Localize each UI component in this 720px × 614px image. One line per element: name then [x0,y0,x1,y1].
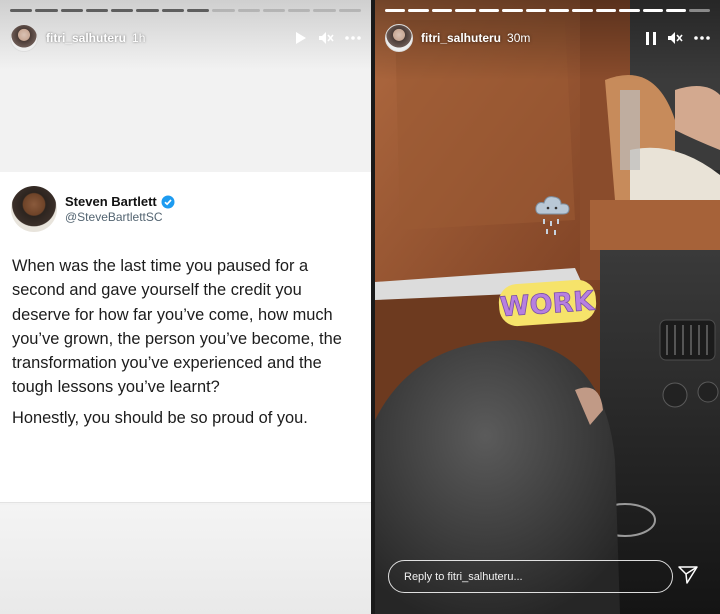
progress-segment [136,9,159,12]
work-sticker[interactable]: WORK [495,276,600,330]
progress-segment [525,9,546,12]
story-time: 30m [507,31,531,45]
progress-segment [186,9,210,12]
pause-icon[interactable] [646,31,656,45]
progress-segment [595,9,617,12]
story-username[interactable]: fitri_salhuteru [421,31,501,45]
tweet-card: Steven Bartlett @SteveBartlettSC When wa… [0,172,371,502]
progress-segment [85,9,109,12]
story-progress-bar [385,9,710,12]
more-options-icon[interactable] [694,36,710,40]
progress-segment [212,9,235,12]
progress-segment [385,9,406,12]
send-icon[interactable] [678,566,698,584]
story-header: fitri_salhuteru 30m [385,24,710,52]
story-time: 1h [132,31,146,45]
story-panel-right[interactable]: fitri_salhuteru 30m WORK [375,0,720,614]
progress-segment [161,9,184,12]
story-footer-area [0,505,371,614]
progress-segment [689,9,710,12]
play-icon[interactable] [295,31,307,45]
mute-icon[interactable] [318,31,334,45]
progress-segment [288,9,311,12]
story-username[interactable]: fitri_salhuteru [46,31,126,45]
story-header: fitri_salhuteru 1h [10,24,361,52]
tweet-text: When was the last time you paused for a … [12,254,362,436]
reply-field[interactable] [388,560,673,593]
progress-segment [313,9,336,12]
progress-segment [35,9,58,12]
progress-segment [338,9,361,12]
progress-segment [111,9,134,12]
progress-segment [10,9,33,12]
progress-segment [642,9,664,12]
progress-segment [619,9,640,12]
tweet-paragraph: Honestly, you should be so proud of you. [12,408,308,427]
divider [0,502,371,503]
progress-segment [431,9,453,12]
avatar[interactable] [385,24,413,52]
progress-segment [262,9,286,12]
reply-input[interactable] [389,569,666,584]
tweet-author-avatar [11,186,57,232]
progress-segment [455,9,476,12]
progress-segment [666,9,687,12]
progress-segment [548,9,570,12]
verified-badge-icon [161,195,175,208]
avatar[interactable] [10,24,38,52]
story-panel-left[interactable]: fitri_salhuteru 1h Steven Bartlett @Stev… [0,0,371,614]
tweet-author-handle: @SteveBartlettSC [65,210,163,224]
mute-icon[interactable] [667,31,683,45]
more-options-icon[interactable] [345,36,361,40]
tweet-paragraph: When was the last time you paused for a … [12,257,342,397]
progress-segment [408,9,429,12]
progress-segment [478,9,500,12]
progress-segment [60,9,83,12]
tweet-header: Steven Bartlett @SteveBartlettSC [11,186,175,232]
story-progress-bar [10,9,361,12]
progress-segment [502,9,523,12]
rain-cloud-icon[interactable] [533,192,573,242]
progress-segment [237,9,260,12]
progress-segment [572,9,593,12]
tweet-author-name: Steven Bartlett [65,194,157,209]
